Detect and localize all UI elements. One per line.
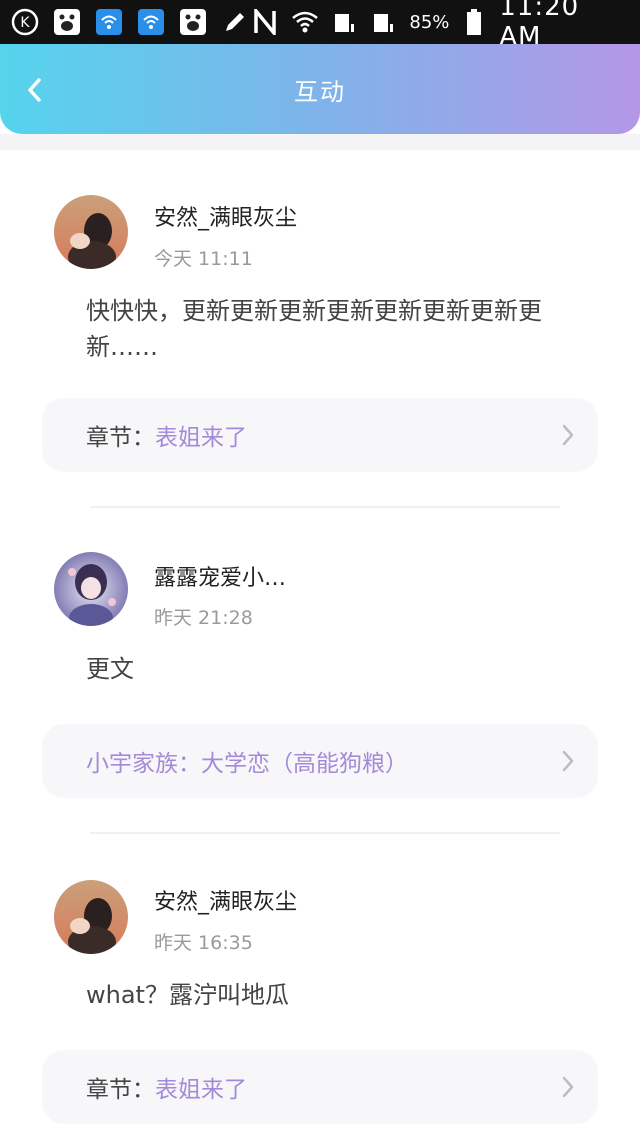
nfc-icon xyxy=(250,7,280,37)
chevron-right-icon xyxy=(562,424,574,446)
avatar[interactable] xyxy=(54,195,128,269)
comment-feed: 安然_满眼灰尘 今天 11:11 快快快，更新更新更新更新更新更新更新更新…… … xyxy=(0,150,640,1124)
comment-item: 安然_满眼灰尘 今天 11:11 快快快，更新更新更新更新更新更新更新更新…… … xyxy=(0,150,640,508)
chevron-right-icon xyxy=(562,1076,574,1098)
comment-time: 昨天 16:35 xyxy=(154,932,253,954)
notification-icons: K xyxy=(10,7,250,37)
avatar[interactable] xyxy=(54,552,128,626)
comment-time: 昨天 21:28 xyxy=(154,607,253,629)
chapter-title: 表姐来了 xyxy=(155,425,247,451)
k-app-icon: K xyxy=(10,7,40,37)
baidu-app-icon-2 xyxy=(178,7,208,37)
wifi-icon xyxy=(290,7,320,37)
pencil-icon xyxy=(220,7,250,37)
status-bar: K 85% 11:20 AM xyxy=(0,0,640,52)
avatar[interactable] xyxy=(54,880,128,954)
svg-text:K: K xyxy=(20,15,30,31)
chapter-title: 表姐来了 xyxy=(155,1077,247,1103)
wireless-app-icon-2 xyxy=(136,7,166,37)
chapter-link[interactable]: 小宇家族：大学恋（高能狗粮） xyxy=(42,724,598,798)
chapter-title: 小宇家族：大学恋（高能狗粮） xyxy=(86,751,408,777)
battery-percent: 85% xyxy=(409,11,450,33)
sim-signal-icon-2 xyxy=(370,7,400,37)
header-spacer xyxy=(0,134,640,150)
chevron-left-icon xyxy=(28,78,41,102)
username[interactable]: 安然_满眼灰尘 xyxy=(154,884,297,916)
comment-text: what？露泞叫地瓜 xyxy=(86,981,289,1009)
baidu-app-icon xyxy=(52,7,82,37)
comment-item: 露露宠爱小… 昨天 21:28 更文 小宇家族：大学恋（高能狗粮） xyxy=(0,508,640,834)
chapter-label: 章节： xyxy=(86,1077,155,1103)
app-header: 互动 xyxy=(0,44,640,134)
chapter-link[interactable]: 章节： 表姐来了 xyxy=(42,398,598,472)
chapter-label: 章节： xyxy=(86,425,155,451)
username[interactable]: 安然_满眼灰尘 xyxy=(154,200,297,232)
chapter-link[interactable]: 章节： 表姐来了 xyxy=(42,1050,598,1124)
page-title: 互动 xyxy=(294,77,346,106)
comment-item: 安然_满眼灰尘 昨天 16:35 what？露泞叫地瓜 章节： 表姐来了 xyxy=(0,834,640,1134)
sim-signal-icon xyxy=(330,7,360,37)
back-button[interactable] xyxy=(14,70,54,110)
wireless-app-icon xyxy=(94,7,124,37)
battery-icon xyxy=(459,7,489,37)
comment-text: 快快快，更新更新更新更新更新更新更新更新…… xyxy=(86,297,542,361)
chevron-right-icon xyxy=(562,750,574,772)
comment-time: 今天 11:11 xyxy=(154,248,253,270)
comment-text: 更文 xyxy=(86,655,134,683)
username[interactable]: 露露宠爱小… xyxy=(154,560,286,592)
